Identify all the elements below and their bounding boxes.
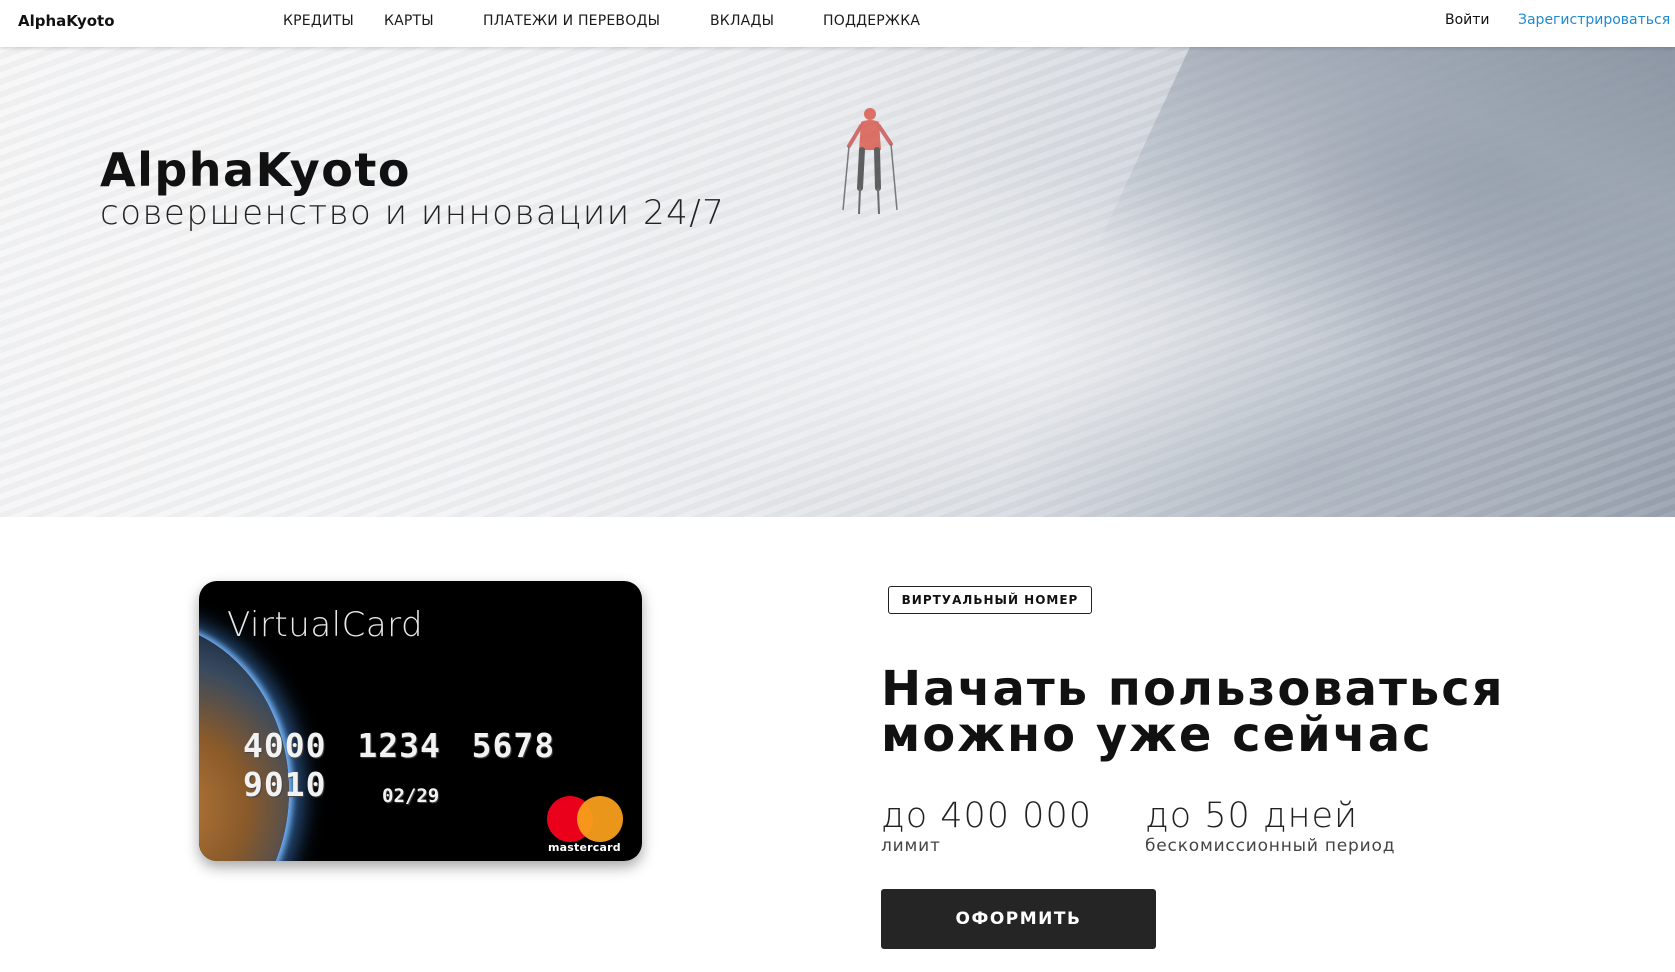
grace-period-value: до 50 дней [1145,796,1359,836]
offer-title: Начать пользоваться можно уже сейчас [881,661,1581,763]
nav-item-cards[interactable]: КАРТЫ [384,13,483,29]
skier-figure [842,108,898,215]
hero-subtitle: совершенство и инновации 24/7 [100,193,726,233]
offer-title-line-1: Начать пользоваться [881,661,1505,717]
virtual-card-image: VirtualCard 4000 1234 5678 9010 02/29 ma… [199,581,642,861]
hero-banner: AlphaKyoto совершенство и инновации 24/7 [0,47,1675,517]
card-name: VirtualCard [227,605,424,645]
hero-title: AlphaKyoto [100,143,411,197]
virtual-number-badge: ВИРТУАЛЬНЫЙ НОМЕР [888,586,1092,614]
logo[interactable]: AlphaKyoto [18,12,115,30]
nav-item-deposits[interactable]: ВКЛАДЫ [710,13,823,29]
mastercard-wordmark: mastercard [548,841,621,854]
nav-item-support[interactable]: ПОДДЕРЖКА [823,13,920,29]
login-link[interactable]: Войти [1445,12,1490,28]
limit-value: до 400 000 [881,796,1092,836]
mastercard-logo-icon [547,796,623,842]
limit-label: лимит [881,836,941,856]
nav-item-credits[interactable]: КРЕДИТЫ [283,13,384,29]
card-number: 4000 1234 5678 9010 [243,726,556,804]
card-expiry: 02/29 [382,785,440,807]
offer-title-line-2: можно уже сейчас [881,707,1433,763]
grace-period-label: бескомиссионный период [1145,836,1396,856]
nav-item-payments[interactable]: ПЛАТЕЖИ И ПЕРЕВОДЫ [483,13,710,29]
register-link[interactable]: Зарегистрироваться [1518,12,1670,28]
main-nav: КРЕДИТЫ КАРТЫ ПЛАТЕЖИ И ПЕРЕВОДЫ ВКЛАДЫ … [283,13,920,29]
apply-button[interactable]: ОФОРМИТЬ [881,889,1156,949]
top-navbar: AlphaKyoto КРЕДИТЫ КАРТЫ ПЛАТЕЖИ И ПЕРЕВ… [0,0,1675,47]
